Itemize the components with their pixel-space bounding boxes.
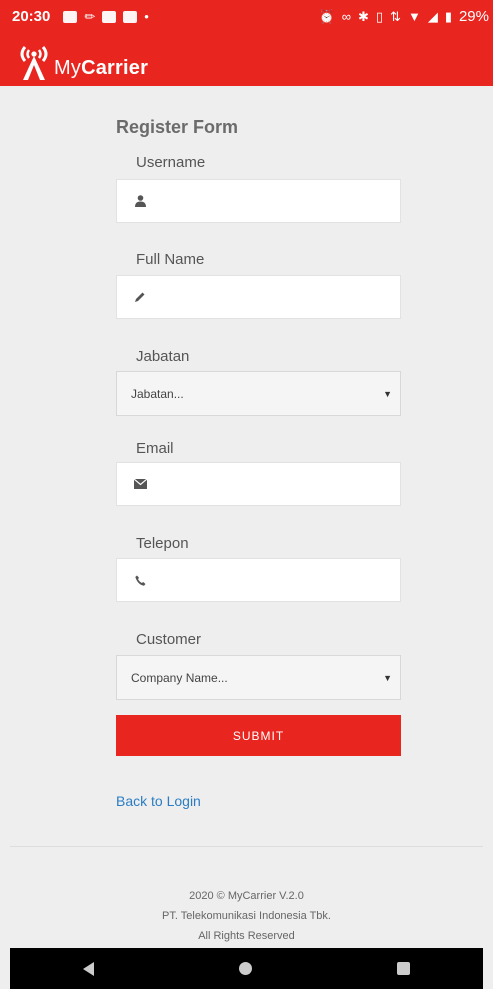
username-input[interactable] bbox=[116, 179, 401, 223]
footer-rights: All Rights Reserved bbox=[198, 930, 295, 942]
briefcase-notification-icon bbox=[102, 10, 117, 23]
system-nav-bar bbox=[10, 948, 483, 989]
dropdown-arrow-icon: ▼ bbox=[383, 672, 392, 683]
jabatan-select[interactable]: Jabatan... ▼ bbox=[116, 371, 401, 416]
more-notifications-dot-icon: • bbox=[144, 9, 149, 24]
link-notification-icon: ✏ bbox=[84, 9, 96, 24]
bluetooth-icon: ✱ bbox=[357, 9, 369, 24]
user-icon bbox=[133, 194, 147, 208]
photo-notification-icon bbox=[63, 10, 78, 23]
telepon-label: Telepon bbox=[136, 535, 189, 552]
envelope-icon bbox=[133, 477, 147, 491]
fullname-label: Full Name bbox=[136, 251, 205, 268]
customer-label: Customer bbox=[136, 631, 202, 648]
app-notification-icon bbox=[123, 10, 138, 23]
pencil-icon bbox=[133, 290, 147, 304]
footer: 2020 © MyCarrier V.2.0 PT. Telekomunikas… bbox=[0, 886, 493, 946]
telepon-input[interactable] bbox=[116, 558, 401, 602]
clock: 20:30 bbox=[12, 8, 51, 25]
fullname-input[interactable] bbox=[116, 275, 401, 319]
battery-percent: 29% bbox=[458, 8, 489, 25]
phone-icon bbox=[133, 573, 147, 587]
link-icon: ∞ bbox=[341, 9, 351, 24]
footer-copyright: 2020 © MyCarrier V.2.0 bbox=[189, 890, 304, 902]
customer-select[interactable]: Company Name... ▼ bbox=[116, 655, 401, 700]
jabatan-selected-value: Jabatan... bbox=[131, 386, 184, 401]
antenna-logo-icon bbox=[20, 45, 48, 80]
signal-icon: ◢ bbox=[427, 9, 438, 24]
customer-selected-value: Company Name... bbox=[131, 670, 228, 685]
status-bar: 20:30 ✏ • ⏰ ∞ ✱ ▯ ⇅ ▼ ◢ ▮ 29% bbox=[0, 0, 493, 33]
dropdown-arrow-icon: ▼ bbox=[383, 388, 392, 399]
battery-icon: ▮ bbox=[444, 9, 452, 24]
home-nav-icon[interactable] bbox=[238, 962, 252, 975]
jabatan-label: Jabatan bbox=[136, 348, 190, 365]
app-bar: MyCarrier bbox=[0, 33, 493, 86]
back-nav-icon[interactable] bbox=[82, 961, 94, 976]
vibrate-icon: ▯ bbox=[375, 9, 384, 24]
username-label: Username bbox=[136, 154, 206, 171]
alarm-icon: ⏰ bbox=[318, 9, 335, 24]
app-brand-name: MyCarrier bbox=[54, 56, 149, 79]
submit-button[interactable]: SUBMIT bbox=[116, 715, 401, 756]
wifi-icon: ▼ bbox=[407, 9, 421, 24]
data-arrows-icon: ⇅ bbox=[390, 9, 401, 24]
email-label: Email bbox=[136, 440, 174, 457]
footer-company: PT. Telekomunikasi Indonesia Tbk. bbox=[162, 910, 331, 922]
footer-divider bbox=[10, 846, 483, 847]
back-to-login-link[interactable]: Back to Login bbox=[116, 793, 201, 809]
email-input[interactable] bbox=[116, 462, 401, 506]
recent-apps-nav-icon[interactable] bbox=[397, 962, 411, 975]
form-title: Register Form bbox=[116, 117, 239, 137]
app-logo[interactable]: MyCarrier bbox=[16, 42, 148, 82]
